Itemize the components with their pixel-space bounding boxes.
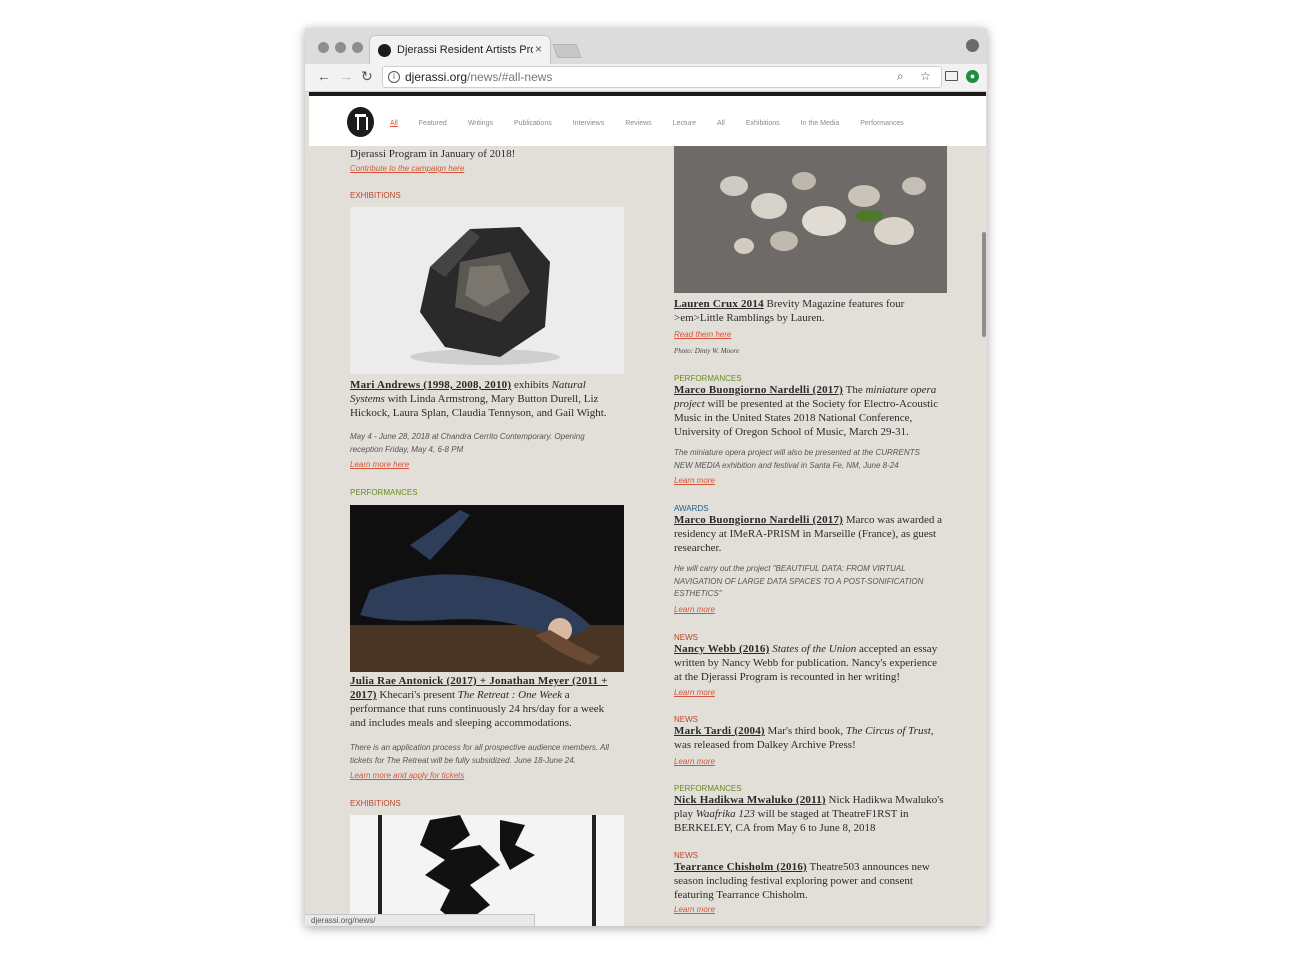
- entry-text: Mark Tardi (2004) Mar's third book, The …: [674, 724, 946, 752]
- entry-text-part: Mar's third book,: [764, 725, 846, 737]
- entry-title-italic: The Retreat : One Week: [457, 689, 563, 701]
- entry-text: Nick Hadikwa Mwaluko (2011) Nick Hadikwa…: [674, 793, 946, 835]
- artist-name-link[interactable]: Nick Hadikwa Mwaluko (2011): [674, 794, 826, 806]
- category-label: NEWS: [674, 633, 698, 642]
- category-label: PERFORMANCES: [674, 374, 742, 383]
- category-label: AWARDS: [674, 504, 709, 513]
- read-them-link[interactable]: Read them here: [674, 330, 731, 339]
- nav-item-all[interactable]: All: [390, 120, 398, 127]
- dancer-performance-image: [350, 505, 624, 672]
- nav-item-exhibitions[interactable]: Exhibitions: [746, 120, 780, 127]
- gemstone-sculpture-image: [350, 207, 624, 374]
- info-icon[interactable]: i: [388, 71, 400, 83]
- minimize-window-button[interactable]: [335, 42, 346, 53]
- artist-name-link[interactable]: Tearrance Chisholm (2016): [674, 861, 807, 873]
- entry-text: Nancy Webb (2016) States of the Union ac…: [674, 642, 946, 684]
- site-favicon-icon: [378, 44, 391, 57]
- url-path: /news/#all-news: [467, 70, 553, 84]
- intro-text: Djerassi Program in January of 2018!: [350, 148, 516, 160]
- entry-title-italic: Waafrika 123: [695, 808, 755, 820]
- close-tab-icon[interactable]: ×: [535, 42, 542, 56]
- category-label: EXHIBITIONS: [350, 191, 401, 200]
- profile-icon[interactable]: [966, 39, 979, 52]
- nav-item-lecture[interactable]: Lecture: [673, 120, 696, 127]
- zoom-window-button[interactable]: [352, 42, 363, 53]
- category-label: EXHIBITIONS: [350, 799, 401, 808]
- stones-image: [674, 146, 947, 293]
- photo-credit: Photo: Dinty W. Moore: [674, 347, 740, 355]
- entry-text: Julia Rae Antonick (2017) + Jonathan Mey…: [350, 674, 622, 730]
- ink-artwork-image: [350, 815, 624, 926]
- url-text[interactable]: djerassi.org/news/#all-news: [405, 70, 552, 84]
- entry-text-part: Khecari's present: [376, 689, 458, 701]
- entry-text: Mari Andrews (1998, 2008, 2010) exhibits…: [350, 378, 622, 420]
- bookmark-star-icon[interactable]: ☆: [920, 69, 931, 83]
- entry-text-part: will be presented at the Society for Ele…: [674, 398, 939, 438]
- entry-note: He will carry out the project "BEAUTIFUL…: [674, 564, 924, 598]
- cast-icon[interactable]: [945, 71, 958, 81]
- nav-item-reviews[interactable]: Reviews: [625, 120, 651, 127]
- entry-text: Lauren Crux 2014 Brevity Magazine featur…: [674, 297, 946, 325]
- back-icon[interactable]: ←: [317, 68, 331, 84]
- category-label: NEWS: [674, 715, 698, 724]
- entry-text: Marco Buongiorno Nardelli (2017) Marco w…: [674, 513, 946, 555]
- browser-window: Djerassi Resident Artists Progr × ← → ↻ …: [305, 28, 987, 926]
- entry-text-part: was released from Dalkey Archive Press!: [674, 739, 856, 751]
- learn-more-link[interactable]: Learn more: [674, 905, 715, 914]
- nav-item-all-2[interactable]: All: [717, 120, 725, 127]
- category-label: NEWS: [674, 851, 698, 860]
- entry-text: Tearrance Chisholm (2016) Theatre503 ann…: [674, 860, 946, 902]
- learn-more-link[interactable]: Learn more: [674, 476, 715, 485]
- status-bar: djerassi.org/news/: [305, 914, 535, 926]
- reload-icon[interactable]: ↻: [361, 68, 373, 85]
- nav-item-performances[interactable]: Performances: [860, 120, 904, 127]
- artist-name-link[interactable]: Marco Buongiorno Nardelli (2017): [674, 514, 843, 526]
- learn-more-link[interactable]: Learn more and apply for tickets: [350, 771, 464, 780]
- artist-name-link[interactable]: Mari Andrews (1998, 2008, 2010): [350, 379, 511, 391]
- learn-more-link[interactable]: Learn more: [674, 688, 715, 697]
- page-scrollbar[interactable]: [982, 232, 986, 337]
- category-label: PERFORMANCES: [674, 784, 742, 793]
- artist-name-link[interactable]: Mark Tardi (2004): [674, 725, 765, 737]
- tab-title: Djerassi Resident Artists Progr: [397, 44, 533, 56]
- learn-more-link[interactable]: Learn more here: [350, 460, 409, 469]
- web-page: All Featured Writings Publications Inter…: [305, 92, 987, 926]
- close-window-button[interactable]: [318, 42, 329, 53]
- forward-icon[interactable]: →: [339, 68, 353, 84]
- entry-title-italic: States of the Union: [772, 643, 857, 655]
- entry-text: Marco Buongiorno Nardelli (2017) The min…: [674, 383, 946, 439]
- nav-item-in-the-media[interactable]: In the Media: [801, 120, 840, 127]
- entry-text-part: exhibits: [511, 379, 552, 391]
- learn-more-link[interactable]: Learn more: [674, 605, 715, 614]
- artist-name-link[interactable]: Marco Buongiorno Nardelli (2017): [674, 384, 843, 396]
- extension-icon[interactable]: ●: [966, 70, 979, 83]
- artist-name-link[interactable]: Lauren Crux 2014: [674, 298, 764, 310]
- browser-toolbar: ← → ↻ i djerassi.org/news/#all-news ⌕ ☆ …: [305, 64, 987, 92]
- tab-strip: Djerassi Resident Artists Progr ×: [305, 28, 987, 64]
- entry-text-part: The: [843, 384, 866, 396]
- nav-item-interviews[interactable]: Interviews: [573, 120, 605, 127]
- contribute-link[interactable]: Contribute to the campaign here: [350, 164, 464, 173]
- url-host: djerassi.org: [405, 70, 468, 84]
- nav-item-featured[interactable]: Featured: [419, 120, 447, 127]
- zoom-icon[interactable]: ⌕: [897, 69, 904, 84]
- browser-tab[interactable]: Djerassi Resident Artists Progr ×: [369, 35, 551, 64]
- new-tab-button[interactable]: [552, 44, 582, 58]
- filter-nav: All Featured Writings Publications Inter…: [390, 120, 904, 127]
- learn-more-link[interactable]: Learn more: [674, 757, 715, 766]
- address-bar[interactable]: i djerassi.org/news/#all-news ⌕ ☆: [382, 66, 942, 88]
- category-label: PERFORMANCES: [350, 488, 418, 497]
- entry-note: May 4 - June 28, 2018 at Chandra Cerrito…: [350, 432, 585, 454]
- nav-item-publications[interactable]: Publications: [514, 120, 552, 127]
- entry-title-italic: The Circus of Trust,: [845, 725, 934, 737]
- nav-item-writings[interactable]: Writings: [468, 120, 493, 127]
- djerassi-logo[interactable]: [347, 107, 374, 137]
- entry-note: There is an application process for all …: [350, 743, 609, 765]
- entry-note: The miniature opera project will also be…: [674, 448, 920, 470]
- site-navigation: All Featured Writings Publications Inter…: [309, 92, 986, 146]
- entry-text-part: with Linda Armstrong, Mary Button Durell…: [350, 393, 607, 419]
- artist-name-link[interactable]: Nancy Webb (2016): [674, 643, 769, 655]
